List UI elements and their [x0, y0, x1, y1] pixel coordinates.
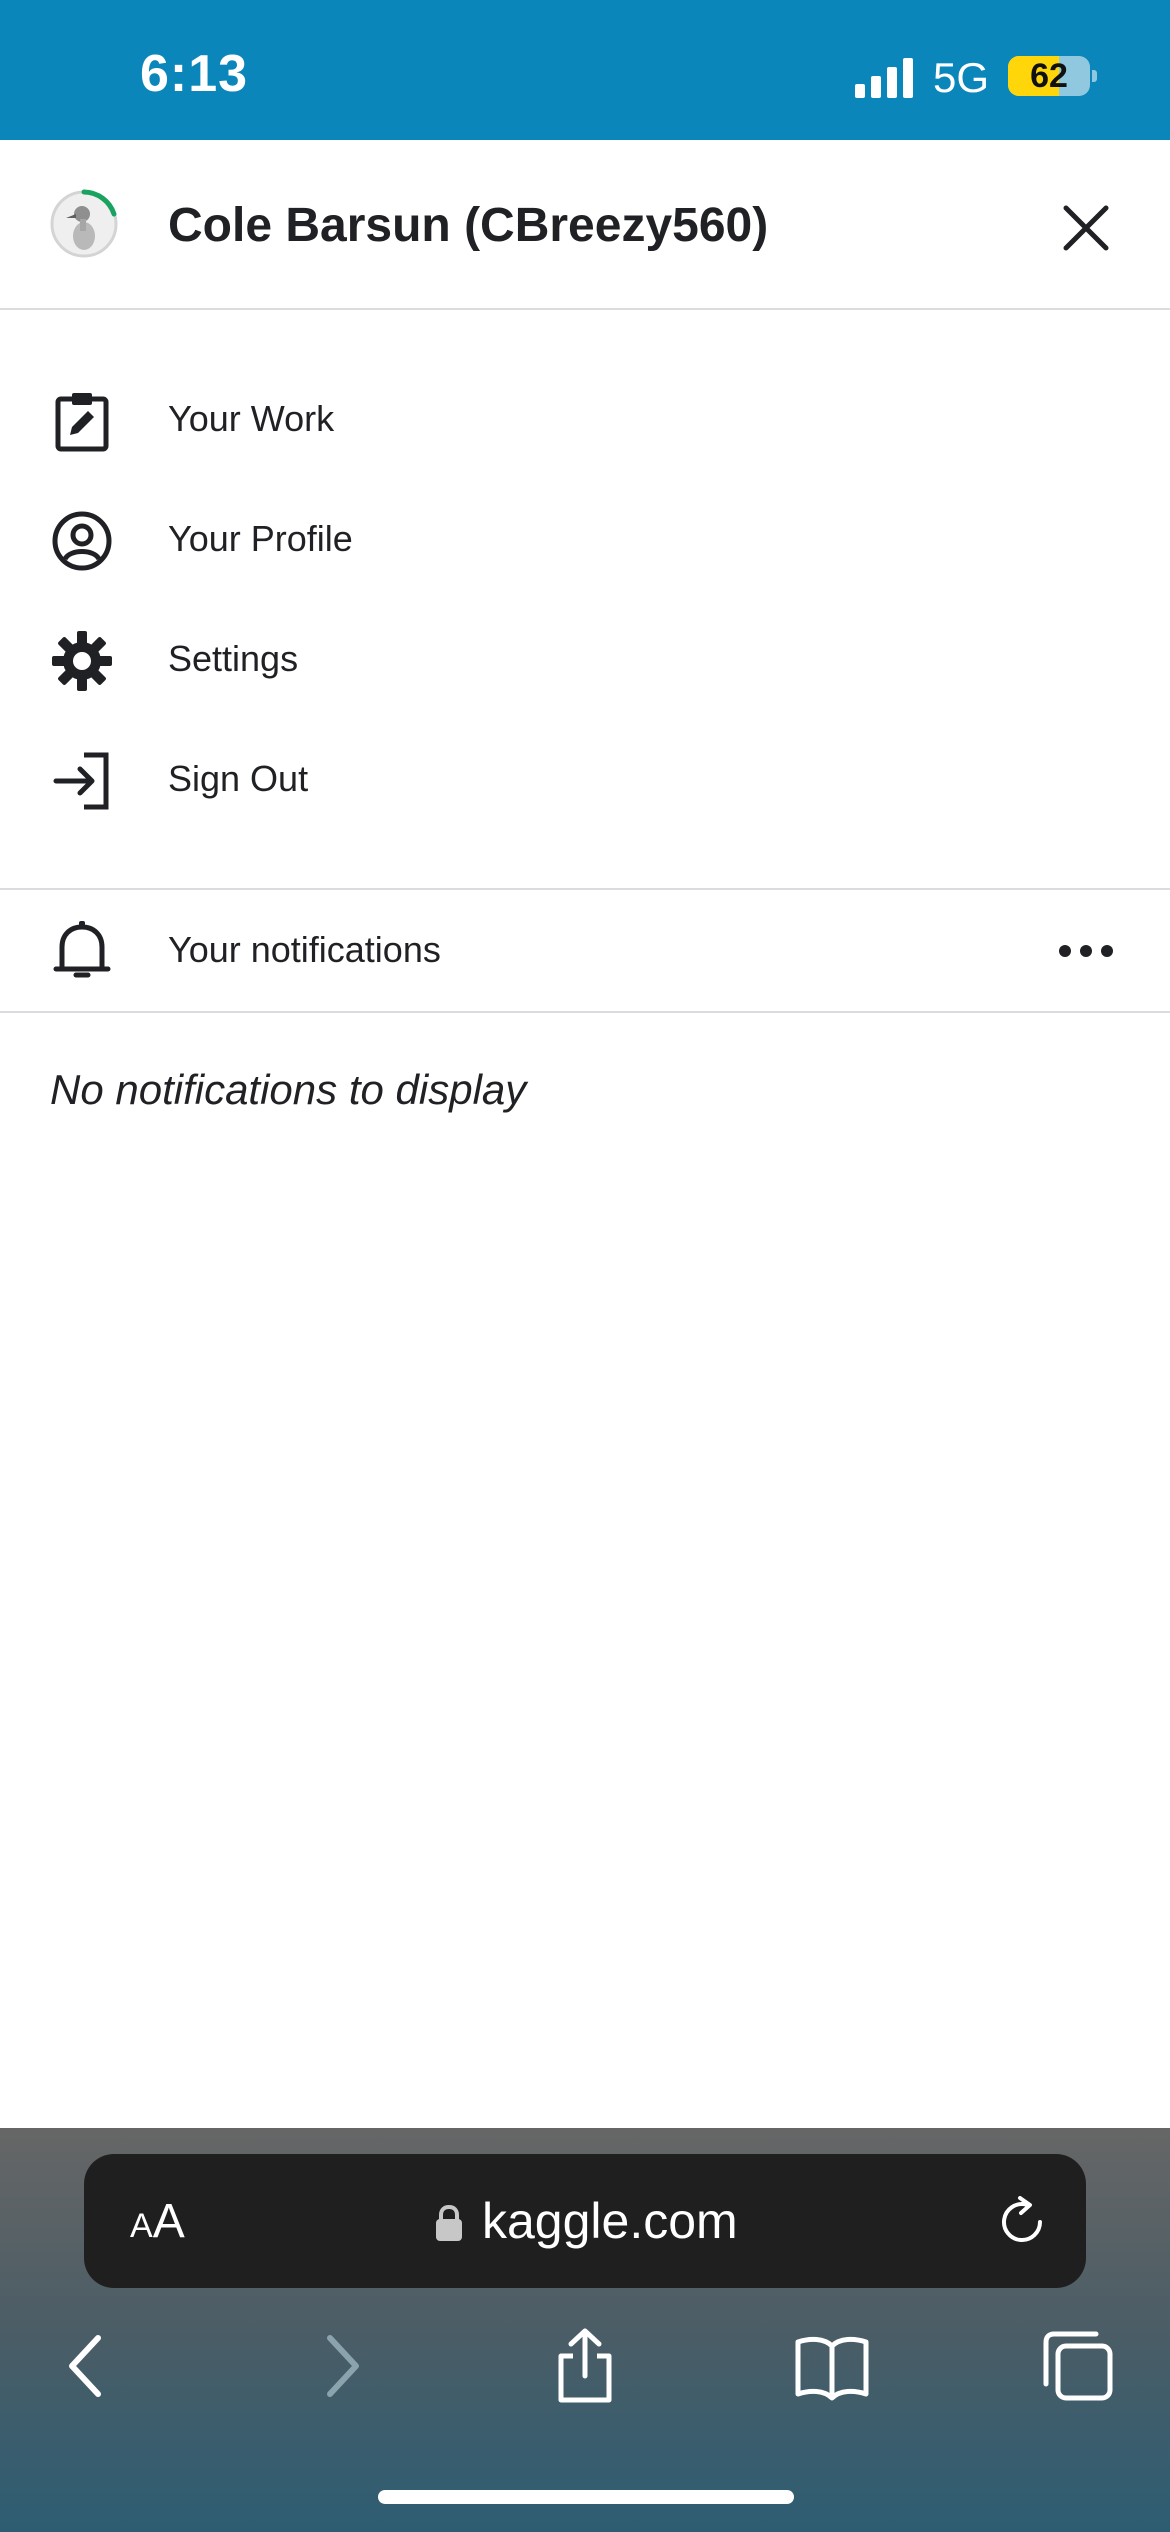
clipboard-edit-icon	[55, 393, 109, 452]
menu-item-your-profile[interactable]: Your Profile	[0, 478, 1170, 598]
forward-icon[interactable]	[302, 2328, 378, 2404]
sign-out-icon	[53, 752, 109, 810]
url-text: kaggle.com	[482, 2193, 738, 2249]
notifications-title: Your notifications	[168, 929, 441, 970]
menu-item-your-work[interactable]: Your Work	[0, 358, 1170, 478]
account-circle-icon	[52, 511, 112, 571]
bell-icon	[53, 921, 111, 978]
battery-cap	[1092, 70, 1097, 82]
address-bar[interactable]: AA kaggle.com	[84, 2154, 1086, 2288]
account-menu: Your Work Your Profile Settings Sign Out	[0, 358, 1170, 838]
status-bar: 6:13 5G 62	[0, 0, 1170, 140]
drawer-header: Cole Barsun (CBreezy560)	[0, 140, 1170, 310]
more-horizontal-icon[interactable]	[1056, 927, 1116, 975]
gear-icon	[52, 631, 112, 691]
close-icon[interactable]	[1056, 198, 1116, 258]
text-size-button[interactable]: AA	[130, 2194, 185, 2249]
divider	[0, 888, 1170, 890]
battery-icon: 62	[1008, 56, 1090, 96]
cellular-signal-icon	[855, 58, 913, 98]
menu-item-sign-out[interactable]: Sign Out	[0, 718, 1170, 838]
status-time: 6:13	[140, 45, 249, 103]
home-indicator	[378, 2490, 794, 2504]
lock-icon	[436, 2204, 462, 2241]
text-size-large-label: A	[152, 2195, 185, 2248]
divider	[0, 1011, 1170, 1013]
menu-item-settings[interactable]: Settings	[0, 598, 1170, 718]
menu-label-sign-out: Sign Out	[168, 758, 309, 799]
network-type: 5G	[933, 54, 990, 101]
share-icon[interactable]	[547, 2328, 623, 2404]
reload-icon[interactable]	[996, 2196, 1048, 2248]
menu-label-your-work: Your Work	[168, 398, 335, 439]
notifications-header: Your notifications	[0, 891, 1170, 1011]
avatar[interactable]	[48, 188, 120, 260]
menu-label-settings: Settings	[168, 638, 299, 679]
menu-label-your-profile: Your Profile	[168, 518, 353, 559]
tabs-icon[interactable]	[1040, 2328, 1116, 2404]
bookmarks-icon[interactable]	[794, 2328, 870, 2404]
notifications-empty-message: No notifications to display	[50, 1066, 527, 1113]
text-size-small-label: A	[130, 2207, 153, 2245]
back-icon[interactable]	[50, 2328, 126, 2404]
battery-level: 62	[1030, 57, 1068, 95]
browser-toolbar: AA kaggle.com	[0, 2128, 1170, 2532]
user-name: Cole Barsun (CBreezy560)	[168, 199, 769, 252]
